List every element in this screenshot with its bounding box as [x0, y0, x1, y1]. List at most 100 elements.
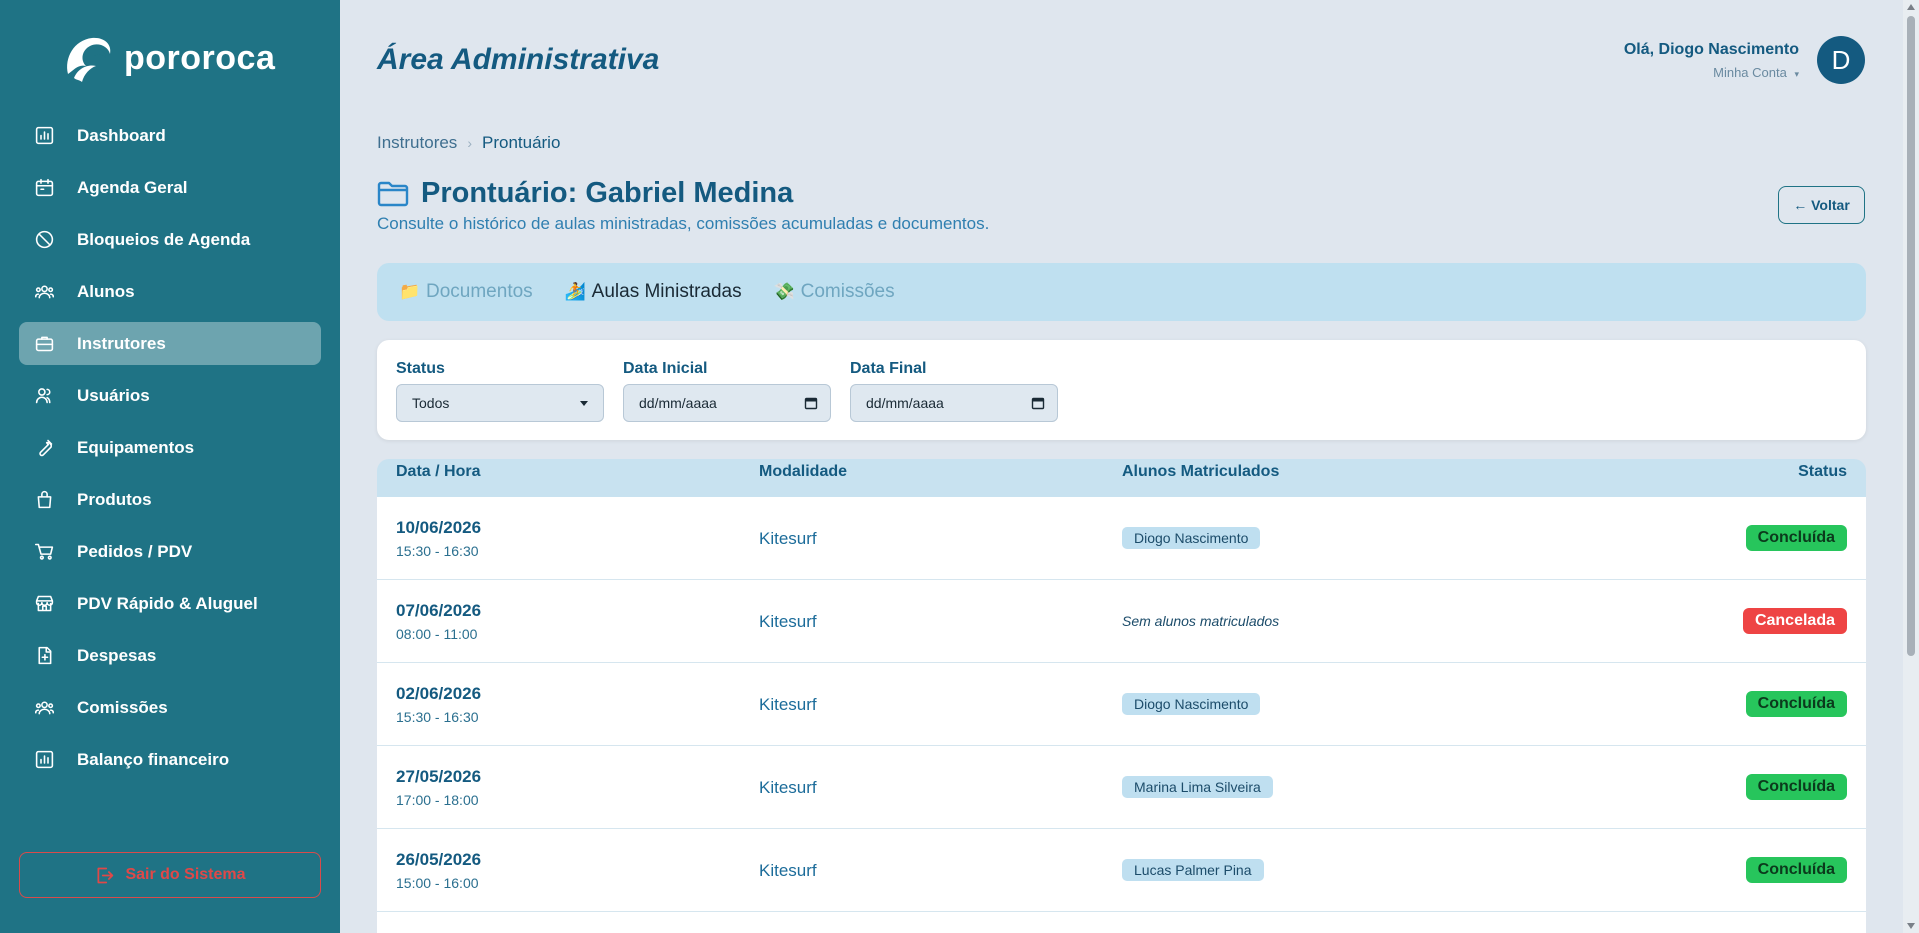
sidebar-item-agenda-geral[interactable]: Agenda Geral [19, 166, 321, 209]
surfer-icon: 🏄 [564, 282, 586, 301]
column-header-date[interactable]: Data / Hora [396, 463, 480, 481]
header-title: Área Administrativa [377, 43, 660, 76]
breadcrumb-current: Prontuário [481, 133, 561, 152]
sidebar-nav: Dashboard Agenda Geral Bloqueios de Agen… [19, 114, 321, 790]
students-cell: Lucas Palmer Pina [1122, 859, 1264, 881]
logout-button[interactable]: Sair do Sistema [19, 852, 321, 898]
file-plus-icon [33, 645, 55, 667]
back-button[interactable]: ← Voltar [1778, 186, 1865, 224]
logout-label: Sair do Sistema [125, 866, 246, 883]
logout-icon [97, 867, 114, 883]
end-date-filter: Data Final dd/mm/aaaa [850, 360, 1058, 422]
lesson-date: 02/06/2026 [396, 684, 482, 703]
user-greeting: Olá, Diogo Nascimento [1623, 40, 1799, 58]
lesson-modality: Kitesurf [759, 612, 817, 631]
table-row[interactable] [377, 912, 1866, 933]
account-link[interactable]: Minha Conta ▾ [1624, 65, 1799, 80]
status-badge: Concluída [1745, 774, 1847, 800]
user-info: Olá, Diogo Nascimento Minha Conta ▾ [1624, 41, 1799, 80]
calendar-picker-icon[interactable] [1031, 396, 1045, 410]
tab-comissoes[interactable]: 💸 Comissões [774, 281, 895, 303]
chevron-right-icon: › [467, 135, 472, 151]
lesson-modality: Kitesurf [759, 529, 817, 548]
lesson-time: 15:30 - 16:30 [396, 543, 479, 559]
tab-documentos[interactable]: 📁 Documentos [399, 281, 533, 303]
students-cell: Diogo Nascimento [1122, 693, 1261, 715]
date-cell: 07/06/2026 08:00 - 11:00 [396, 601, 481, 642]
table-row[interactable]: 10/06/2026 15:30 - 16:30 Kitesurf Diogo … [377, 497, 1866, 580]
avatar[interactable]: D [1817, 36, 1865, 84]
table-header: Data / Hora Modalidade Alunos Matriculad… [377, 459, 1866, 497]
sidebar-item-label: Dashboard [77, 125, 166, 145]
sidebar-item-pdv-rapido[interactable]: PDV Rápido & Aluguel [19, 582, 321, 625]
column-header-modality[interactable]: Modalidade [759, 463, 847, 481]
status-select[interactable]: Todos [396, 384, 604, 422]
students-cell: Diogo Nascimento [1122, 527, 1261, 549]
sidebar-item-label: PDV Rápido & Aluguel [77, 593, 258, 613]
lesson-date: 26/05/2026 [396, 850, 482, 869]
wave-logo-icon [67, 37, 111, 82]
scroll-thumb[interactable] [1907, 16, 1915, 656]
breadcrumb: Instrutores › Prontuário [377, 133, 560, 153]
scroll-down-icon[interactable] [1907, 923, 1915, 929]
sidebar-item-despesas[interactable]: Despesas [19, 634, 321, 677]
sidebar-item-usuarios[interactable]: Usuários [19, 374, 321, 417]
start-date-label: Data Inicial [623, 360, 708, 377]
column-header-status[interactable]: Status [1798, 463, 1847, 481]
lesson-modality: Kitesurf [759, 861, 817, 880]
sidebar-item-pedidos[interactable]: Pedidos / PDV [19, 530, 321, 573]
brand-logo[interactable]: pororoca [60, 30, 275, 86]
user-menu[interactable]: Olá, Diogo Nascimento Minha Conta ▾ D [1624, 36, 1865, 84]
sidebar-item-alunos[interactable]: Alunos [19, 270, 321, 313]
tab-aulas-ministradas[interactable]: 🏄 Aulas Ministradas [565, 281, 742, 303]
page-title-row: Prontuário: Gabriel Medina [377, 177, 793, 210]
sidebar-item-label: Balanço financeiro [77, 749, 230, 769]
table-row[interactable]: 02/06/2026 15:30 - 16:30 Kitesurf Diogo … [377, 663, 1866, 746]
status-filter: Status Todos [396, 360, 604, 422]
breadcrumb-link-instrutores[interactable]: Instrutores [377, 133, 457, 153]
student-chip: Marina Lima Silveira [1122, 776, 1273, 798]
table-row[interactable]: 26/05/2026 15:00 - 16:00 Kitesurf Lucas … [377, 829, 1866, 912]
tab-label: Aulas Ministradas [591, 281, 742, 302]
sidebar-item-bloqueios[interactable]: Bloqueios de Agenda [19, 218, 321, 261]
students-cell: Marina Lima Silveira [1122, 776, 1273, 798]
sidebar-item-label: Pedidos / PDV [77, 541, 193, 561]
sidebar-item-dashboard[interactable]: Dashboard [19, 114, 321, 157]
start-date-input[interactable]: dd/mm/aaaa [623, 384, 831, 422]
lesson-time: 15:00 - 16:00 [396, 875, 479, 891]
lesson-modality: Kitesurf [759, 695, 817, 714]
table-row[interactable]: 27/05/2026 17:00 - 18:00 Kitesurf Marina… [377, 746, 1866, 829]
student-chip: Diogo Nascimento [1122, 693, 1261, 715]
caret-down-icon: ▾ [1794, 68, 1799, 79]
table-row[interactable]: 07/06/2026 08:00 - 11:00 Kitesurf Sem al… [377, 580, 1866, 663]
sidebar-item-comissoes[interactable]: Comissões [19, 686, 321, 729]
page-scrollbar[interactable] [1903, 0, 1919, 933]
status-badge: Cancelada [1742, 608, 1847, 634]
sidebar-item-label: Equipamentos [77, 437, 195, 457]
page-title: Prontuário: Gabriel Medina [421, 177, 794, 209]
scroll-up-icon[interactable] [1907, 4, 1915, 10]
date-cell: 27/05/2026 17:00 - 18:00 [396, 767, 481, 808]
lesson-modality: Kitesurf [759, 778, 817, 797]
lesson-date: 27/05/2026 [396, 767, 482, 786]
lesson-time: 15:30 - 16:30 [396, 709, 479, 725]
sidebar: pororoca Dashboard Agenda Geral Bloqueio… [0, 0, 340, 933]
calendar-picker-icon[interactable] [804, 396, 818, 410]
sidebar-item-equipamentos[interactable]: Equipamentos [19, 426, 321, 469]
sidebar-item-instrutores[interactable]: Instrutores [19, 322, 321, 365]
sidebar-item-produtos[interactable]: Produtos [19, 478, 321, 521]
start-date-filter: Data Inicial dd/mm/aaaa [623, 360, 831, 422]
lesson-date: 10/06/2026 [396, 518, 482, 537]
end-date-value: dd/mm/aaaa [866, 395, 944, 411]
end-date-input[interactable]: dd/mm/aaaa [850, 384, 1058, 422]
briefcase-icon [33, 333, 55, 355]
sidebar-item-balanco[interactable]: Balanço financeiro [19, 738, 321, 781]
store-icon [33, 593, 55, 615]
lesson-time: 17:00 - 18:00 [396, 792, 479, 808]
tab-label: Documentos [426, 281, 533, 302]
sidebar-item-label: Comissões [77, 697, 168, 717]
start-date-value: dd/mm/aaaa [639, 395, 717, 411]
date-cell: 02/06/2026 15:30 - 16:30 [396, 684, 481, 725]
column-header-students[interactable]: Alunos Matriculados [1122, 463, 1279, 481]
account-label: Minha Conta [1713, 64, 1787, 80]
